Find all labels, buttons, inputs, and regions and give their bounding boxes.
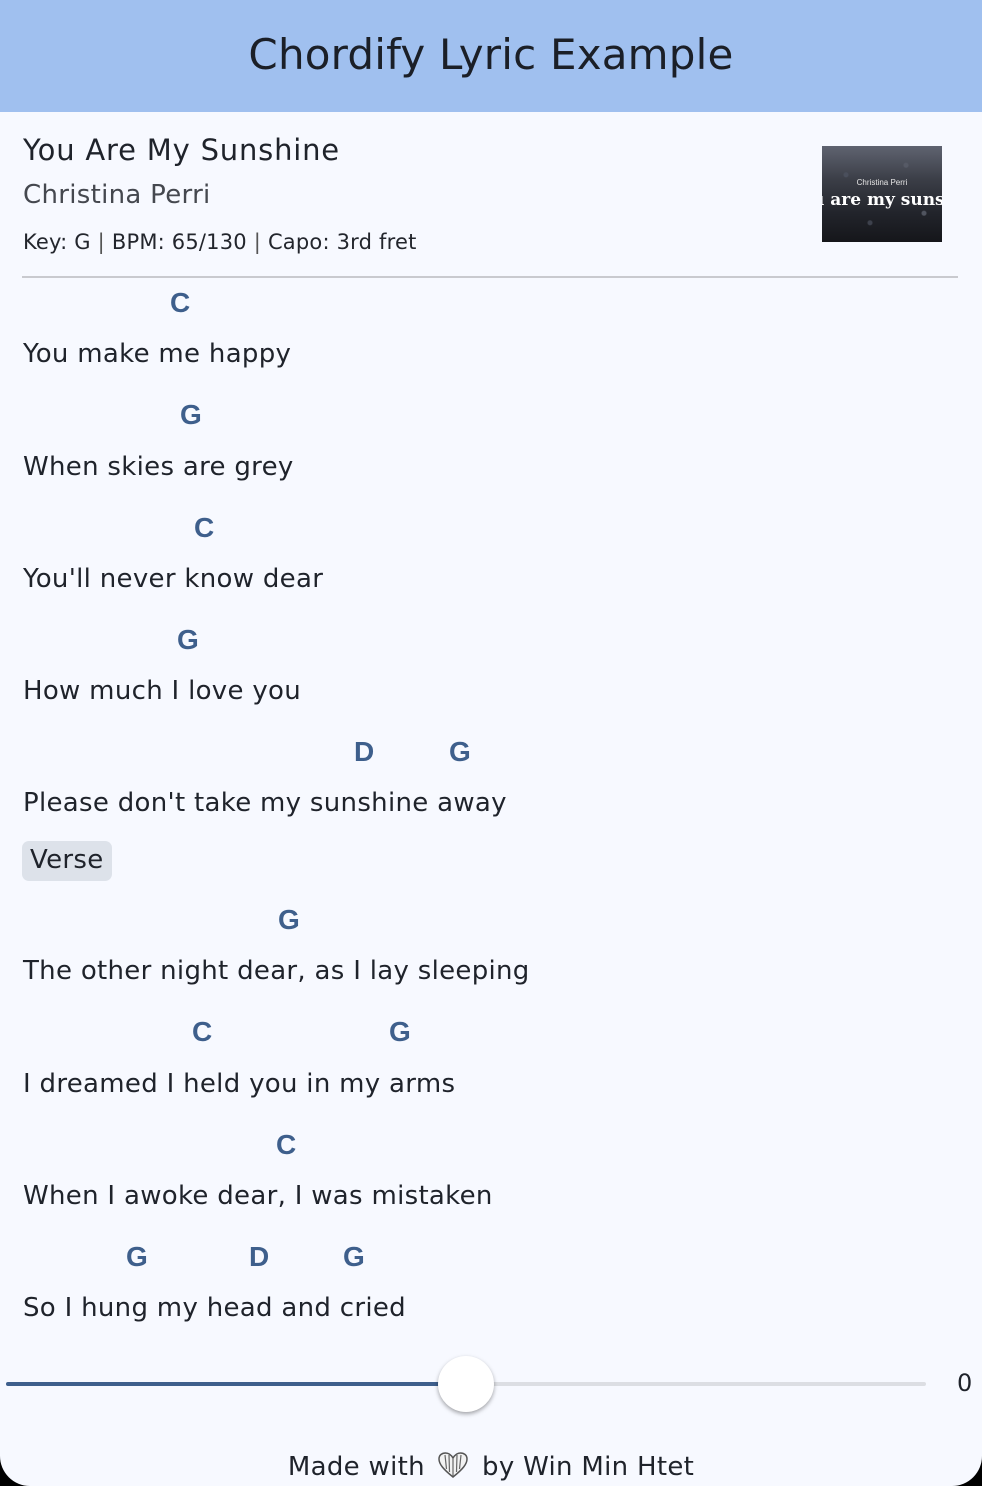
song-bpm: BPM: 65/130	[111, 230, 247, 254]
lyric-line: So I hung my head and cried	[23, 1293, 406, 1323]
lyric-line: When I awoke dear, I was mistaken	[23, 1181, 493, 1211]
footer-prefix: Made with	[287, 1452, 425, 1482]
meta-separator: |	[253, 230, 262, 254]
lyric-line: When skies are grey	[23, 452, 294, 482]
meta-separator: |	[97, 230, 105, 254]
cover-artist-text: Christina Perri	[856, 178, 908, 187]
chord: G	[343, 1241, 365, 1272]
slider-value: 0	[957, 1369, 973, 1397]
song-title: You Are My Sunshine	[23, 133, 340, 167]
song-key: Key: G	[23, 230, 91, 254]
heart-icon	[437, 1451, 469, 1486]
slider-track-active[interactable]	[6, 1382, 466, 1386]
lyric-line: The other night dear, as I lay sleeping	[23, 956, 530, 986]
lyric-line: You'll never know dear	[23, 564, 324, 594]
chord: C	[192, 1016, 213, 1047]
chord: D	[249, 1241, 270, 1272]
song-capo: Capo: 3rd fret	[267, 230, 417, 254]
footer-suffix: by Win Min Htet	[482, 1452, 695, 1482]
lyric-line: Please don't take my sunshine away	[23, 788, 507, 818]
album-cover: Christina Perri u are my sunshi	[822, 146, 942, 242]
chord: G	[180, 399, 202, 430]
header-divider	[22, 276, 958, 278]
slider-thumb[interactable]	[438, 1356, 494, 1412]
slider-track-inactive[interactable]	[466, 1382, 926, 1386]
section-label-chip: Verse	[22, 841, 112, 881]
app-screen: Chordify Lyric Example You Are My Sunshi…	[0, 0, 982, 1486]
chord: G	[389, 1016, 411, 1047]
lyric-line: I dreamed I held you in my arms	[23, 1069, 456, 1099]
chord: G	[278, 904, 300, 935]
chord: G	[449, 736, 471, 767]
chord: C	[276, 1129, 297, 1160]
app-bar: Chordify Lyric Example	[0, 0, 982, 112]
chord: C	[194, 512, 215, 543]
song-meta: Key: G | BPM: 65/130 | Capo: 3rd fret	[23, 230, 417, 254]
song-artist: Christina Perri	[23, 180, 211, 210]
cover-title-text: u are my sunshi	[822, 190, 942, 210]
chord: G	[177, 624, 199, 655]
chord: D	[354, 736, 375, 767]
lyric-line: You make me happy	[23, 339, 292, 369]
chord: G	[126, 1241, 148, 1272]
footer-credit: Made with by Win Min Htet	[0, 1451, 982, 1486]
lyric-line: How much I love you	[23, 676, 302, 706]
chord: C	[170, 287, 191, 318]
app-bar-title: Chordify Lyric Example	[248, 29, 734, 79]
